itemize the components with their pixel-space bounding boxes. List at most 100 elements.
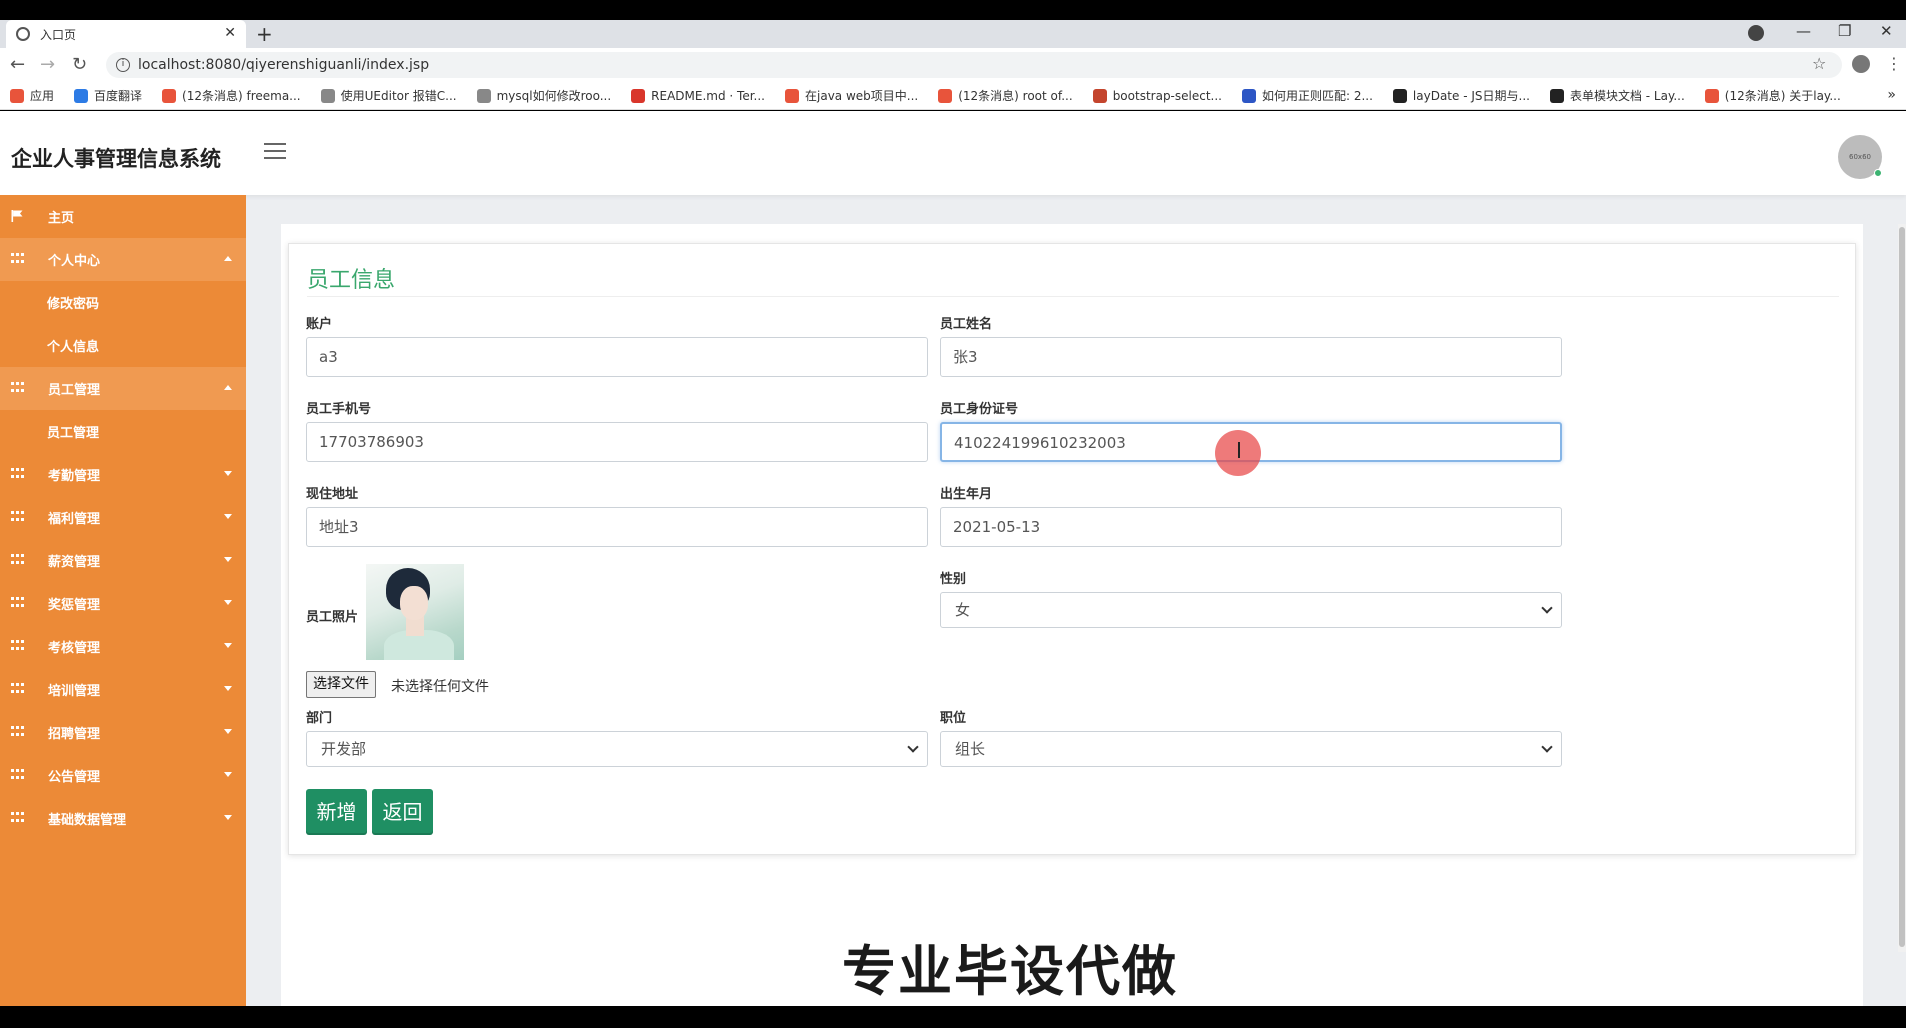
birth-label: 出生年月 [940,487,993,502]
sidebar-item-group[interactable]: 公告管理 [0,754,246,797]
birth-date-field[interactable]: 2021-05-13 [940,507,1562,547]
reload-icon[interactable]: ↻ [72,54,87,75]
letterbox-top [0,0,1906,20]
sidebar-subitem[interactable]: 员工管理 [0,410,246,453]
bookmark-item[interactable]: (12条消息) 关于lay... [1704,87,1841,104]
more-menu-icon[interactable]: ⋮ [1886,54,1902,73]
bookmark-item[interactable]: mysql如何修改roo... [476,87,611,104]
grid-icon [11,554,24,566]
more-bookmarks-icon[interactable]: » [1887,87,1896,103]
sidebar-subitem[interactable]: 修改密码 [0,281,246,324]
back-icon[interactable]: ← [10,54,25,75]
sidebar-item-label: 培训管理 [48,684,101,699]
chevron-down-icon [224,686,232,691]
chevron-down-icon [224,729,232,734]
sidebar-item-label: 福利管理 [48,512,101,527]
name-field[interactable]: 张3 [940,337,1562,377]
sidebar-item-group[interactable]: 个人中心 [0,238,246,281]
new-tab-button[interactable]: + [256,22,273,46]
account-field[interactable]: a3 [306,337,928,377]
bookmark-item[interactable]: (12条消息) freema... [162,87,301,104]
bookmark-item[interactable]: 表单模块文档 - Lay... [1549,87,1685,104]
choose-file-button[interactable]: 选择文件 [306,671,376,698]
bookmark-label: 百度翻译 [94,89,143,103]
phone-label: 员工手机号 [306,402,372,417]
department-select[interactable]: 开发部 [306,731,928,767]
bookmark-label: README.md · Ter... [651,88,765,103]
back-button[interactable]: 返回 [372,789,433,835]
chevron-up-icon [224,385,232,390]
chevron-down-icon [224,815,232,820]
grid-icon [11,640,24,652]
position-label: 职位 [940,711,967,726]
bookmark-star-icon[interactable]: ☆ [1812,54,1826,73]
avatar-text: 60x60 [1849,153,1871,161]
sidebar-item-group[interactable]: 福利管理 [0,496,246,539]
bookmark-item[interactable]: bootstrap-select... [1092,87,1222,104]
bookmark-favicon-icon [938,88,953,103]
bookmark-item[interactable]: README.md · Ter... [631,87,765,104]
divider [307,296,1839,297]
sidebar-item-group[interactable]: 基础数据管理 [0,797,246,840]
add-button[interactable]: 新增 [306,789,367,835]
window-close-icon[interactable]: ✕ [1880,22,1893,40]
bookmark-item[interactable]: 使用UEditor 报错C... [320,87,457,104]
sidebar-item-label: 基础数据管理 [48,813,127,828]
bookmark-item[interactable]: layDate - JS日期与... [1392,87,1530,104]
bookmark-label: (12条消息) root of... [958,89,1073,103]
file-status: 未选择任何文件 [391,679,489,695]
chevron-down-icon [1541,602,1553,614]
sidebar-item-group[interactable]: 薪资管理 [0,539,246,582]
sidebar-subitem[interactable]: 个人信息 [0,324,246,367]
scrollbar-thumb[interactable] [1899,227,1905,947]
sidebar-item-group[interactable]: 奖惩管理 [0,582,246,625]
bookmark-item[interactable]: 如何用正则匹配: 2... [1241,87,1373,104]
grid-icon [11,683,24,695]
bookmark-favicon-icon [1092,88,1107,103]
bookmark-item[interactable]: (12条消息) root of... [938,87,1073,104]
chevron-up-icon [224,256,232,261]
sidebar-item-home[interactable]: 主页 [0,195,246,238]
chevron-down-icon [1541,741,1553,753]
bookmark-favicon-icon [1549,88,1564,103]
idcard-label: 员工身份证号 [940,402,1019,417]
grid-icon [11,726,24,738]
minimize-icon[interactable]: — [1796,22,1811,40]
bookmark-label: 表单模块文档 - Lay... [1569,89,1685,103]
bookmark-item[interactable]: 在java web项目中... [785,87,918,104]
sidebar-item-label: 薪资管理 [48,555,101,570]
form-title: 员工信息 [307,268,396,293]
sidebar-item-group[interactable]: 考核管理 [0,625,246,668]
forward-icon[interactable]: → [40,54,55,75]
position-select[interactable]: 组长 [940,731,1562,767]
phone-field[interactable]: 17703786903 [306,422,928,462]
chevron-down-icon [224,514,232,519]
tab-search-icon[interactable] [1748,25,1764,41]
bookmark-item[interactable]: 应用 [10,87,54,104]
bookmark-favicon-icon [1392,88,1407,103]
menu-toggle-icon[interactable] [264,143,286,164]
address-field[interactable]: 地址3 [306,507,928,547]
sidebar-item-group[interactable]: 考勤管理 [0,453,246,496]
bookmark-favicon-icon [162,88,177,103]
bookmark-list: 应用 百度翻译 (12条消息) freema... 使用UEditor 报错C... m… [10,87,1861,104]
sidebar-item-label: 主页 [48,211,75,226]
info-icon[interactable]: i [116,58,130,72]
avatar[interactable]: 60x60 [1838,135,1882,179]
sidebar-item-label: 招聘管理 [48,727,101,742]
grid-icon [11,511,24,523]
sidebar-item-group[interactable]: 培训管理 [0,668,246,711]
bookmark-favicon-icon [476,88,491,103]
close-icon[interactable]: ✕ [224,25,236,41]
browser-tab[interactable]: 入口页 ✕ [6,20,246,48]
bookmark-item[interactable]: 百度翻译 [74,87,142,104]
sidebar-item-group[interactable]: 员工管理 [0,367,246,410]
sidebar-item-group[interactable]: 招聘管理 [0,711,246,754]
sidebar-item-label: 个人中心 [48,254,101,269]
gender-select[interactable]: 女 [940,592,1562,628]
restore-icon[interactable]: ❐ [1838,22,1851,40]
sidebar-item-label: 公告管理 [48,770,101,785]
address-bar[interactable]: i localhost:8080/qiyerenshiguanli/index.… [106,52,1842,78]
chevron-down-icon [224,643,232,648]
account-icon[interactable] [1852,55,1870,73]
